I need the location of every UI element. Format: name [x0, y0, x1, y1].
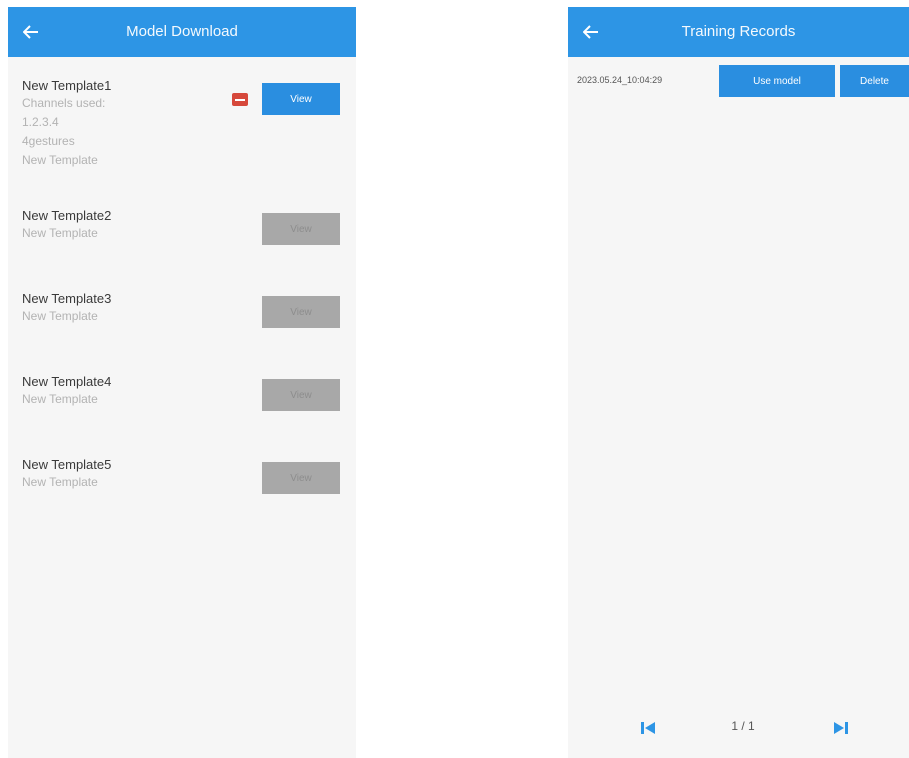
pagination: 1 / 1 — [568, 707, 909, 747]
use-model-button[interactable]: Use model — [719, 65, 835, 97]
template-detail: New Template — [22, 153, 98, 167]
view-button-disabled[interactable]: View — [262, 213, 340, 245]
delete-icon[interactable] — [232, 93, 248, 106]
template-item: New Template1 Channels used: 1.2.3.4 4ge… — [22, 77, 340, 170]
back-button[interactable] — [18, 19, 44, 45]
delete-button[interactable]: Delete — [840, 65, 909, 97]
view-button[interactable]: View — [262, 83, 340, 115]
template-item: New Template3 New Template View — [22, 290, 340, 328]
template-item: New Template4 New Template View — [22, 373, 340, 411]
template-detail: 1.2.3.4 — [22, 115, 59, 129]
record-timestamp: 2023.05.24_10:04:29 — [577, 75, 663, 85]
app-bar: Training Records — [568, 7, 909, 57]
view-button-disabled[interactable]: View — [262, 296, 340, 328]
arrow-left-icon — [23, 25, 38, 39]
page-title: Model Download — [126, 23, 238, 40]
model-download-screen: Model Download New Template1 Channels us… — [8, 7, 356, 758]
view-button-disabled[interactable]: View — [262, 379, 340, 411]
page-title: Training Records — [681, 23, 796, 40]
training-records-screen: Training Records 2023.05.24_10:04:29 Use… — [568, 7, 909, 758]
template-item: New Template5 New Template View — [22, 456, 340, 494]
arrow-left-icon — [583, 25, 598, 39]
back-button[interactable] — [578, 19, 604, 45]
skip-to-first-icon[interactable] — [638, 718, 658, 738]
template-detail: 4gestures — [22, 134, 75, 148]
page-indicator: 1 / 1 — [731, 719, 755, 733]
template-item: New Template2 New Template View — [22, 207, 340, 245]
app-bar: Model Download — [8, 7, 356, 57]
view-button-disabled[interactable]: View — [262, 462, 340, 494]
skip-to-last-icon[interactable] — [831, 718, 851, 738]
